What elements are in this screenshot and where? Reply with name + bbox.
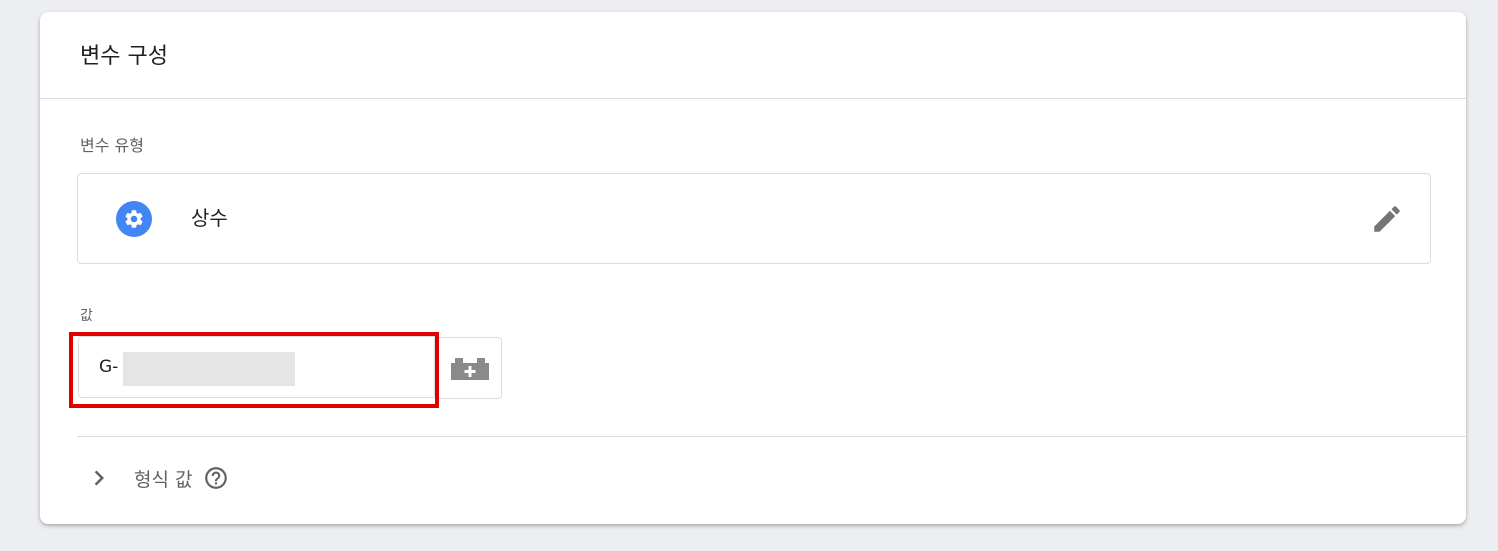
variable-type-selector[interactable]: 상수: [77, 173, 1431, 264]
insert-variable-button[interactable]: [439, 337, 502, 399]
format-value-toggle[interactable]: 형식 값: [80, 460, 229, 496]
variable-type-label: 변수 유형: [80, 136, 144, 155]
lego-brick-plus-icon: [451, 358, 489, 380]
format-value-label: 형식 값: [134, 468, 193, 491]
chevron-right-icon: [94, 470, 104, 486]
variable-type-name: 상수: [191, 206, 228, 230]
edit-variable-type-button[interactable]: [1370, 202, 1404, 236]
pencil-icon: [1374, 206, 1400, 232]
variable-configuration-card: 변수 구성 변수 유형 상수 값 형식 값: [40, 12, 1466, 524]
card-title: 변수 구성: [80, 44, 168, 69]
value-field-label: 값: [80, 308, 93, 324]
section-divider: [77, 436, 1466, 437]
redacted-value-mask: [123, 352, 295, 386]
question-circle-icon[interactable]: [203, 465, 229, 491]
card-header: 변수 구성: [40, 12, 1466, 99]
gear-icon: [116, 201, 152, 237]
